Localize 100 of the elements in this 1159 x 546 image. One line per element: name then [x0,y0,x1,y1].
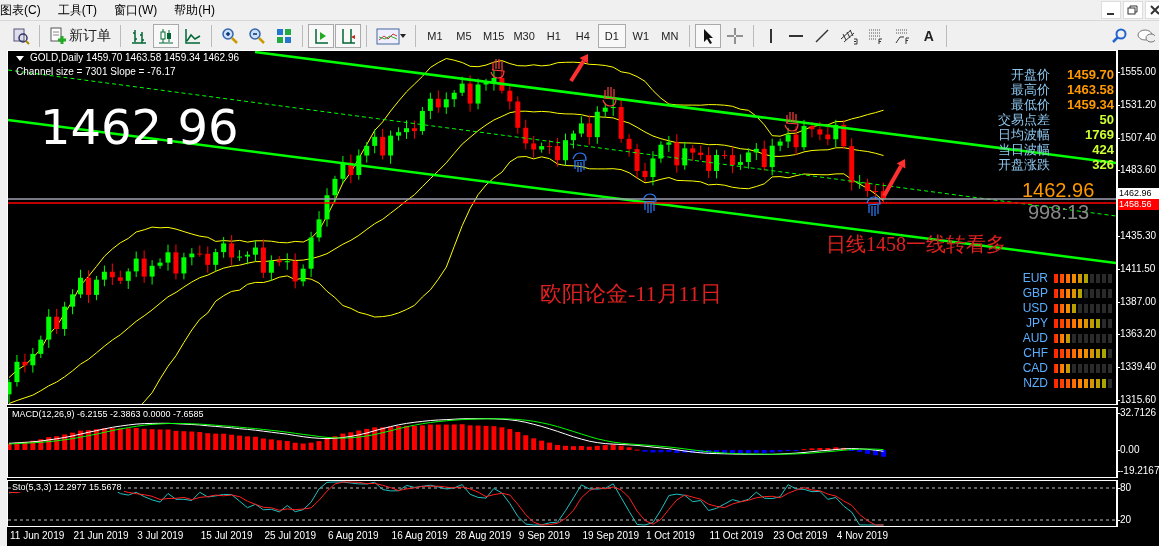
price-label: 1435.30 [1120,230,1157,242]
currency-code: JPY [1025,317,1048,329]
indicator-label: Sto(5,3,3) 12.2977 15.5678 [12,482,124,492]
timeframe-tab[interactable]: D1 [597,23,626,48]
date-label: 3 Jul 2019 [137,530,184,541]
cursor-button[interactable] [694,23,721,48]
bar-countdown: 998:13 [1028,201,1090,224]
axis-label: 80 [1120,482,1132,494]
arrow-drawing [569,54,588,83]
channel-info: Channel size = 7301 Slope = -76.17 [16,66,176,77]
stat-value: 1459.34 [1066,97,1114,112]
stat-label: 开盘价 [1010,67,1050,82]
autoscroll-icon [312,26,330,45]
chart-shift-button[interactable] [335,23,361,48]
dropdown-icon [16,55,24,63]
search-icon [1110,26,1128,45]
chart-header: GOLD,Daily 1459.70 1463.58 1459.34 1462.96 [30,52,240,63]
date-label: 15 Jul 2019 [200,530,253,541]
zoom-out-icon [248,26,266,45]
price-label: 1363.20 [1120,328,1157,341]
zoom-in-icon [221,26,239,45]
date-label: 16 Aug 2019 [391,530,448,541]
date-label: 25 Jul 2019 [264,530,317,541]
date-label: 28 Aug 2019 [455,530,512,541]
currency-code: CAD [1021,362,1048,374]
stat-label: 交易点差 [998,112,1050,127]
stat-value: 1459.70 [1066,67,1114,82]
date-label: 4 Nov 2019 [836,530,888,541]
menu-item[interactable]: 帮助(H) [169,1,227,19]
menu-item[interactable]: 图表(C) [0,1,53,19]
caret-icon [400,33,406,38]
date-label: 1 Oct 2019 [646,530,695,541]
axis-label: -19.2167 [1120,465,1159,477]
currency-code: USD [1021,302,1048,314]
timeframe-tab[interactable]: M30 [509,23,539,48]
menu-item[interactable]: 窗口(W) [109,1,170,19]
hand-icon [490,58,505,79]
price-label: 1339.40 [1120,361,1157,374]
price-label: 1555.00 [1120,66,1157,78]
stat-value: 50 [1098,112,1114,127]
autoscroll-button[interactable] [308,23,334,48]
currency-code: CHF [1022,347,1048,359]
text-tool-button[interactable]: A [916,23,941,48]
hand-icon [866,196,881,217]
menu-item[interactable]: 工具(T) [52,1,109,19]
stat-label: 日均波幅 [998,127,1050,142]
price-label: 1531.20 [1120,98,1157,111]
new-order-button[interactable]: 新订单 [45,23,115,48]
chart-headline: 欧阳论金-11月11日 [540,280,722,308]
stat-label: 最高价 [1010,82,1050,97]
stat-value: 1463.58 [1066,82,1114,97]
currency-code: GBP [1021,287,1048,299]
price-tag: 1462.96 [1118,188,1159,199]
timeframe-tab[interactable]: H4 [568,23,597,48]
date-label: 19 Sep 2019 [582,530,640,541]
price-label: 1483.60 [1120,164,1157,177]
hand-icon [784,111,799,132]
candlestick-button[interactable] [153,23,179,48]
axis-label: 20 [1120,514,1132,526]
price-label: 1507.40 [1120,131,1157,144]
date-label: 23 Oct 2019 [773,530,828,541]
timeframe-tab[interactable]: MN [655,23,684,48]
hand-icon [572,152,587,173]
tile-windows-icon [275,26,293,45]
axis-label: 32.7126 [1120,407,1157,419]
price-label: 1411.50 [1120,262,1156,275]
arrow-drawing [882,159,906,197]
document-plus-icon [49,26,67,45]
stat-label: 开盘涨跌 [998,157,1050,172]
timeframe-tab[interactable]: M1 [421,23,449,48]
horizontal-line-icon [788,34,803,37]
timeframe-tab[interactable]: H1 [539,23,568,48]
axis-label: 0.00 [1120,444,1140,456]
price-label: 1315.60 [1120,394,1157,406]
price-label: 1387.00 [1120,295,1157,308]
indicators-icon [376,26,400,45]
timeframe-tab[interactable]: W1 [626,23,655,48]
date-label: 21 Jun 2019 [73,530,129,541]
date-label: 9 Sep 2019 [518,530,570,541]
date-label: 6 Aug 2019 [328,530,379,541]
vertical-line-icon [769,28,772,43]
currency-code: NZD [1022,377,1048,389]
hand-icon [602,86,617,107]
currency-code: AUD [1021,332,1048,344]
stat-value: 424 [1091,142,1114,157]
stat-label: 最低价 [1010,97,1050,112]
date-label: 11 Oct 2019 [709,530,764,541]
price-tag: 1458.56 [1118,199,1159,210]
hand-icon [642,193,657,214]
timeframe-tab[interactable]: M15 [479,23,509,48]
indicator-label: MACD(12,26,9) -6.2155 -2.3863 0.0000 -7.6585 [12,409,206,419]
line-chart-icon [184,26,202,45]
chat-icon [1137,26,1155,45]
last-price: 1462.96 [1022,179,1095,202]
currency-code: EUR [1021,272,1048,284]
crosshair-icon [725,26,744,45]
chart-shift-icon [339,26,357,45]
timeframe-tab[interactable]: M5 [450,23,478,48]
candlestick-icon [157,26,175,45]
stat-value: 1769 [1084,127,1114,142]
